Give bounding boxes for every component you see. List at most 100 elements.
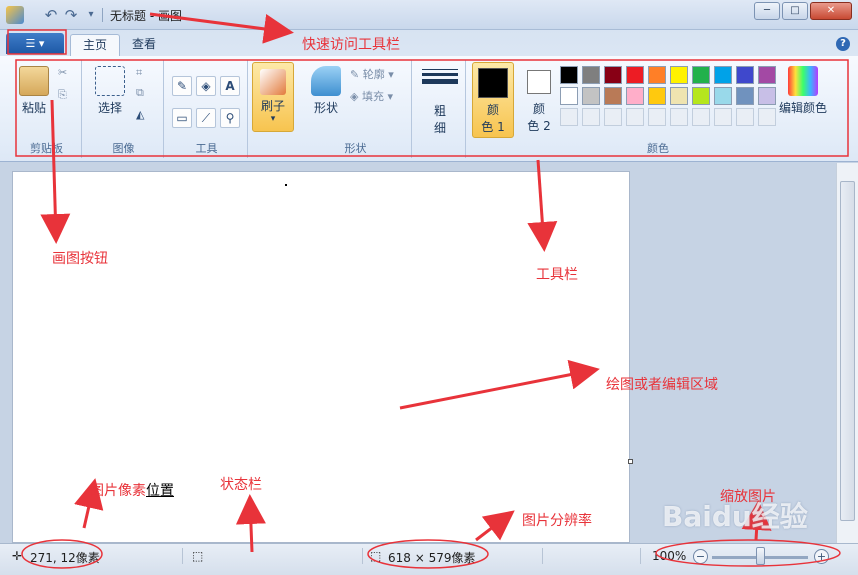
- palette-swatch[interactable]: [604, 108, 622, 126]
- colors-group-label: 颜色: [647, 142, 669, 155]
- palette-swatch[interactable]: [692, 66, 710, 84]
- resize-handle[interactable]: [628, 459, 633, 464]
- shapes-label: 形状: [313, 101, 338, 115]
- redo-icon[interactable]: ↷: [62, 6, 80, 24]
- brush-button[interactable]: 刷子 ▾: [252, 62, 294, 132]
- rotate-icon[interactable]: ◭: [136, 108, 144, 121]
- edit-colors-label: 编辑颜色: [778, 101, 827, 115]
- paint-menu-button[interactable]: ☰ ▾: [6, 33, 64, 54]
- palette-swatch[interactable]: [736, 108, 754, 126]
- annotation-toolbar: 工具栏: [536, 267, 578, 283]
- shapes-icon: [311, 66, 341, 96]
- maximize-button[interactable]: □: [782, 2, 808, 20]
- annotation-quick-access: 快速访问工具栏: [302, 37, 400, 53]
- palette-swatch[interactable]: [582, 108, 600, 126]
- text-tool-icon[interactable]: A: [220, 76, 240, 96]
- fill-button[interactable]: ◈ 填充 ▾: [350, 88, 393, 104]
- zoom-in-button[interactable]: +: [814, 549, 829, 564]
- ribbon-tab-row: ☰ ▾ 主页 查看 ?: [0, 30, 858, 56]
- brush-icon: [260, 69, 286, 95]
- image-size: 618 × 579像素: [388, 551, 476, 565]
- status-separator: [640, 548, 641, 564]
- color-picker-icon[interactable]: ⟋: [196, 108, 216, 128]
- palette-swatch[interactable]: [692, 87, 710, 105]
- color1-button[interactable]: 颜 色 1: [472, 62, 514, 138]
- annotation-resolution: 图片分辨率: [522, 513, 592, 529]
- undo-icon[interactable]: ↶: [42, 6, 60, 24]
- palette-swatch[interactable]: [560, 87, 578, 105]
- paint-app-icon[interactable]: [6, 6, 24, 24]
- palette-swatch[interactable]: [604, 66, 622, 84]
- pencil-icon[interactable]: ✎: [172, 76, 192, 96]
- zoom-out-button[interactable]: −: [693, 549, 708, 564]
- palette-swatch[interactable]: [626, 87, 644, 105]
- palette-swatch[interactable]: [670, 108, 688, 126]
- paste-button[interactable]: 粘贴: [16, 66, 52, 116]
- palette-swatch[interactable]: [648, 87, 666, 105]
- title-bar: ↶ ↷ ▾ 无标题 - 画图 ─ □ ✕: [0, 0, 858, 30]
- magnifier-icon[interactable]: ⚲: [220, 108, 240, 128]
- palette-swatch[interactable]: [604, 87, 622, 105]
- window-controls: ─ □ ✕: [754, 2, 852, 20]
- help-icon[interactable]: ?: [836, 37, 850, 51]
- palette-swatch[interactable]: [648, 66, 666, 84]
- annotation-status-bar: 状态栏: [220, 477, 262, 493]
- select-button[interactable]: 选择: [92, 66, 128, 116]
- palette-swatch[interactable]: [582, 87, 600, 105]
- canvas-dot: [285, 184, 287, 186]
- select-label: 选择: [97, 101, 122, 115]
- select-icon: [95, 66, 125, 96]
- shapes-button[interactable]: 形状: [308, 66, 344, 116]
- fill-bucket-icon[interactable]: ◈: [196, 76, 216, 96]
- edit-colors-button[interactable]: 编辑颜色: [774, 66, 832, 116]
- resize-icon[interactable]: ⧉: [136, 86, 144, 100]
- chevron-down-icon[interactable]: ▾: [82, 6, 100, 24]
- minimize-button[interactable]: ─: [754, 2, 780, 20]
- status-bar: ✛ 271, 12像素 ⬚ ⬚ 618 × 579像素 100% − +: [0, 543, 858, 575]
- palette-swatch[interactable]: [626, 108, 644, 126]
- cursor-position: 271, 12像素: [30, 551, 100, 565]
- selection-size-icon: ⬚: [192, 549, 204, 563]
- clipboard-icon: [19, 66, 49, 96]
- palette-swatch[interactable]: [582, 66, 600, 84]
- palette-swatch[interactable]: [714, 108, 732, 126]
- copy-icon[interactable]: ⎘: [58, 88, 67, 102]
- shapes-group-label: 形状: [344, 142, 367, 155]
- cut-icon[interactable]: ✂: [58, 66, 67, 79]
- annotation-pixel-position-b: 位置: [146, 483, 174, 499]
- size-button[interactable]: 粗 细: [422, 66, 458, 136]
- brush-label: 刷子: [260, 99, 285, 113]
- zoom-slider-thumb[interactable]: [756, 547, 765, 565]
- palette-swatch[interactable]: [692, 108, 710, 126]
- palette-swatch[interactable]: [670, 87, 688, 105]
- palette-swatch[interactable]: [736, 66, 754, 84]
- color2-button[interactable]: 颜 色 2: [518, 62, 560, 138]
- color1-label-line1: 颜: [486, 103, 499, 117]
- vertical-scrollbar[interactable]: [836, 163, 858, 543]
- close-button[interactable]: ✕: [810, 2, 852, 20]
- tab-view[interactable]: 查看: [120, 34, 168, 56]
- image-size-icon: ⬚: [370, 549, 382, 563]
- image-group-label: 图像: [112, 142, 135, 155]
- palette-swatch[interactable]: [626, 66, 644, 84]
- cursor-icon: ✛: [12, 549, 23, 563]
- scrollbar-thumb[interactable]: [840, 181, 855, 521]
- size-label-line1: 粗: [433, 104, 446, 118]
- palette-swatch[interactable]: [714, 87, 732, 105]
- tab-home[interactable]: 主页: [70, 34, 121, 56]
- palette-swatch[interactable]: [714, 66, 732, 84]
- eraser-icon[interactable]: ▭: [172, 108, 192, 128]
- outline-button[interactable]: ✎ 轮廓 ▾: [350, 66, 394, 82]
- status-separator: [542, 548, 543, 564]
- clipboard-group: 粘贴 ✂ ⎘ 剪贴板: [12, 60, 82, 158]
- crop-icon[interactable]: ⌗: [136, 66, 142, 80]
- ribbon: 粘贴 ✂ ⎘ 剪贴板 选择 ⌗ ⧉ ◭ 图像 ✎ ◈ A ▭ ⟋ ⚲ 工具 刷子…: [0, 56, 858, 162]
- palette-swatch[interactable]: [560, 66, 578, 84]
- palette-swatch[interactable]: [670, 66, 688, 84]
- paste-label: 粘贴: [21, 101, 46, 115]
- palette-swatch[interactable]: [648, 108, 666, 126]
- color2-label-line2: 色 2: [527, 119, 551, 133]
- color-spectrum-icon: [788, 66, 818, 96]
- palette-swatch[interactable]: [736, 87, 754, 105]
- palette-swatch[interactable]: [560, 108, 578, 126]
